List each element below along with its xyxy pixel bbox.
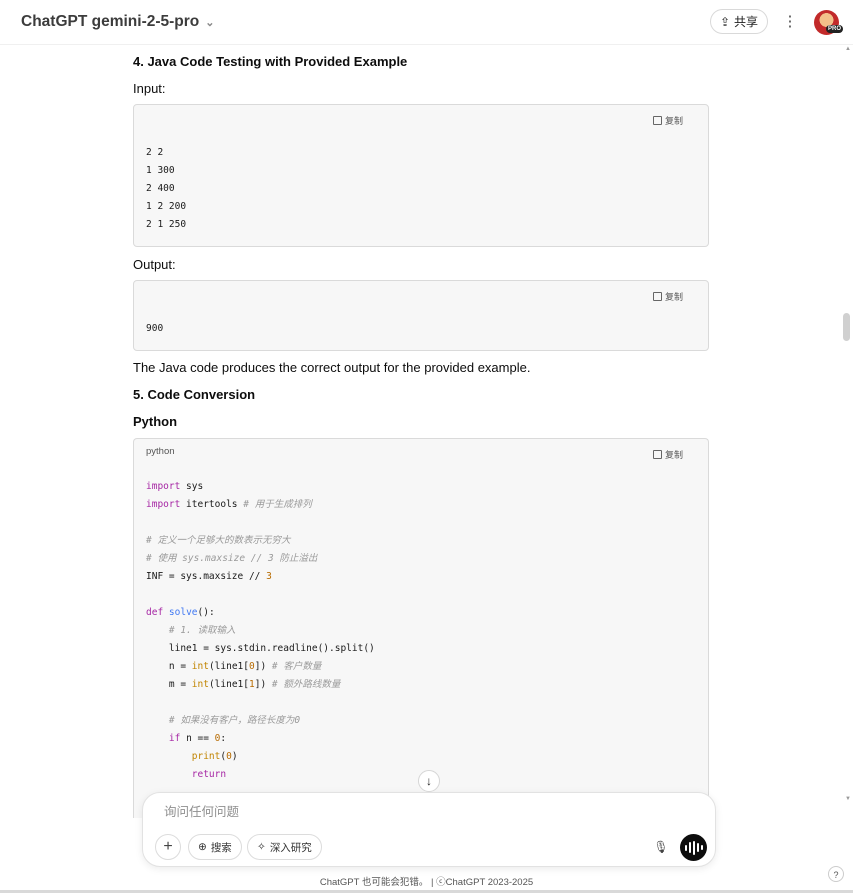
copy-icon — [652, 292, 662, 301]
model-selector[interactable]: ChatGPT gemini-2-5-pro ⌄ — [21, 13, 214, 31]
copy-label: 复制 — [664, 292, 683, 302]
scrollbar-thumb[interactable] — [843, 313, 850, 341]
composer: + ⊕ 搜索 ✧ 深入研究 🎙 — [142, 792, 716, 867]
scroll-up-arrow[interactable]: ▲ — [845, 46, 851, 52]
code-language: python — [146, 446, 175, 457]
deep-research-label: 深入研究 — [269, 841, 312, 854]
copy-icon — [652, 450, 662, 459]
input-code-block: 复制 2 2 1 300 2 400 1 2 200 2 1 250 — [133, 104, 709, 247]
pro-badge: PRO — [826, 25, 844, 33]
voice-bar — [692, 840, 695, 855]
output-code: 900 — [146, 323, 164, 334]
copy-button[interactable]: 复制 — [652, 290, 683, 303]
copy-label: 复制 — [664, 450, 683, 460]
voice-bar — [700, 845, 703, 850]
input-code: 2 2 1 300 2 400 1 2 200 2 1 250 — [146, 147, 187, 230]
heading-code-conversion: 5. Code Conversion — [133, 387, 256, 402]
heading-java-testing: 4. Java Code Testing with Provided Examp… — [133, 54, 408, 69]
globe-icon: ⊕ — [198, 841, 207, 853]
scroll-down-arrow[interactable]: ▼ — [845, 796, 851, 802]
microphone-icon: 🎙 — [653, 840, 669, 854]
copy-label: 复制 — [664, 116, 683, 126]
search-label: 搜索 — [210, 841, 232, 854]
prompt-input[interactable] — [162, 804, 626, 820]
heading-python: Python — [133, 414, 178, 429]
voice-bar — [684, 844, 687, 851]
input-label: Input: — [133, 81, 166, 96]
voice-bar — [688, 842, 691, 853]
telescope-icon: ✧ — [257, 841, 266, 853]
copy-icon — [652, 116, 662, 125]
copy-button[interactable]: 复制 — [652, 448, 683, 461]
plus-icon: + — [163, 838, 173, 855]
arrow-down-icon: ↓ — [426, 774, 432, 788]
copy-button[interactable]: 复制 — [652, 114, 683, 127]
share-label: 共享 — [734, 15, 759, 29]
app-title: ChatGPT gemini-2-5-pro — [21, 13, 200, 30]
deep-research-button[interactable]: ✧ 深入研究 — [247, 834, 322, 860]
chevron-down-icon: ⌄ — [205, 16, 215, 29]
share-button[interactable]: ⇪ 共享 — [710, 9, 768, 34]
voice-bar — [696, 843, 699, 852]
question-icon[interactable]: ? — [828, 866, 844, 882]
output-label: Output: — [133, 257, 176, 272]
attach-button[interactable]: + — [155, 834, 181, 860]
search-button[interactable]: ⊕ 搜索 — [188, 834, 242, 860]
python-code: import sys import itertools # 用于生成排列 # 定… — [146, 481, 375, 780]
upload-icon: ⇪ — [719, 14, 731, 29]
footer-disclaimer: ChatGPT 也可能会犯错。 | ⓒChatGPT 2023-2025 — [319, 877, 534, 888]
microphone-button[interactable]: 🎙 — [649, 835, 673, 859]
vertical-dots-icon[interactable]: ⋮ — [782, 12, 798, 32]
result-text: The Java code produces the correct outpu… — [133, 360, 531, 375]
voice-mode-button[interactable] — [680, 834, 707, 861]
top-bar: ChatGPT gemini-2-5-pro ⌄ ⇪ 共享 ⋮ PRO — [0, 0, 853, 45]
output-code-block: 复制 900 — [133, 280, 709, 351]
python-code-block: python 复制 import sys import itertools # … — [133, 438, 709, 818]
scroll-to-bottom-button[interactable]: ↓ — [418, 770, 440, 792]
